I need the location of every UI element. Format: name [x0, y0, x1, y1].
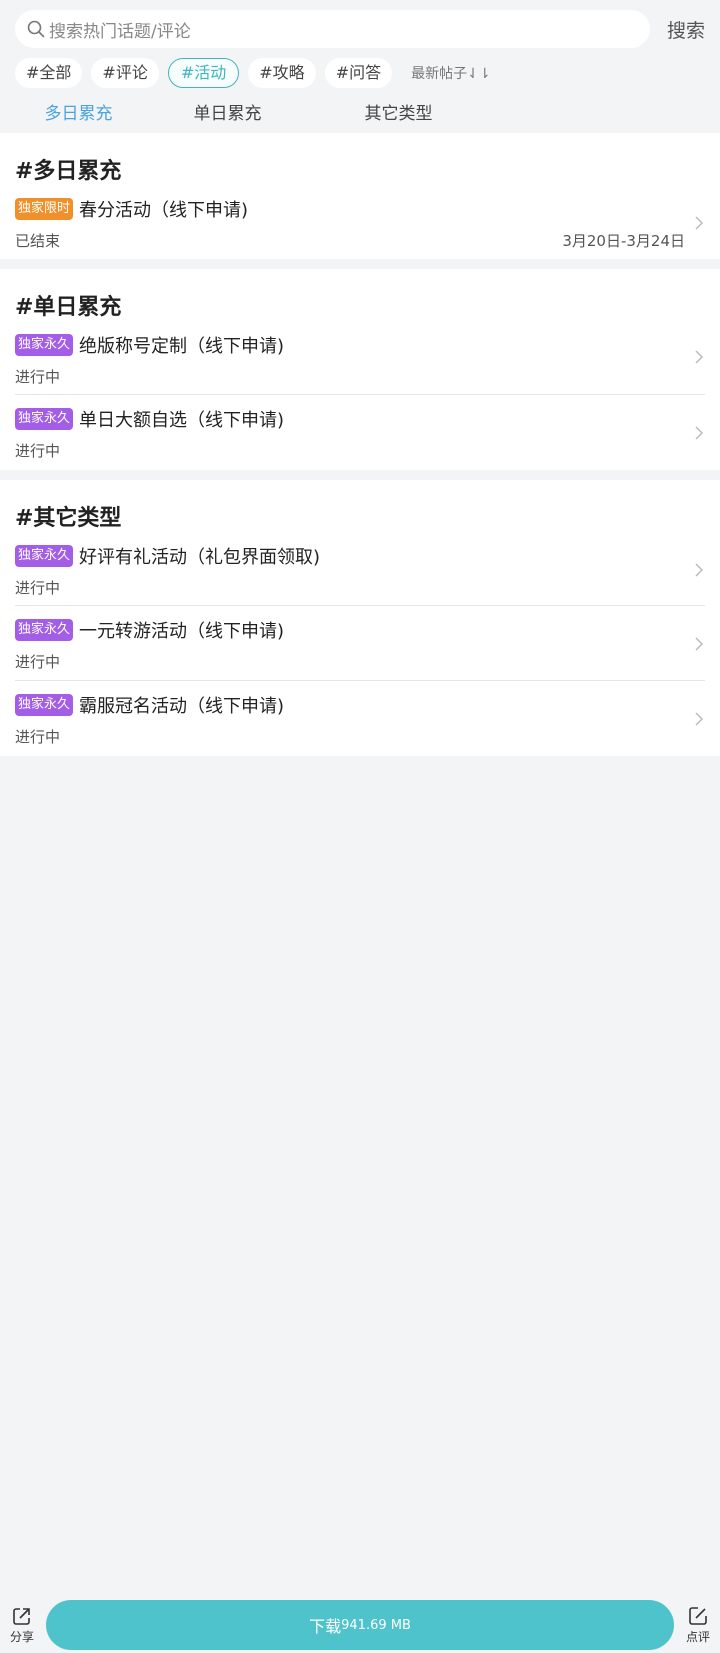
item-status: 进行中 — [15, 728, 61, 746]
badge-permanent: 独家永久 — [15, 334, 74, 356]
list-item[interactable]: 独家永久 好评有礼活动（礼包界面领取) 进行中 — [15, 538, 705, 606]
download-label: 下载 — [309, 1617, 342, 1636]
search-button[interactable]: 搜索 — [650, 16, 705, 43]
list-item[interactable]: 独家永久 单日大额自选（线下申请) 进行中 — [15, 395, 705, 470]
search-row: 搜索热门话题/评论 搜索 — [15, 10, 705, 48]
section-title: #其它类型 — [15, 506, 122, 531]
tag-all[interactable]: #全部 — [15, 58, 83, 88]
edit-icon — [687, 1605, 709, 1627]
tag-qa[interactable]: #问答 — [324, 58, 393, 88]
tag-filter-bar: #全部 #评论 #活动 #攻略 #问答 最新帖子⇃⇂ — [15, 57, 705, 89]
item-title: 绝版称号定制（线下申请) — [79, 336, 285, 357]
chevron-right-icon — [693, 634, 705, 654]
section-single-day: #单日累充 独家永久 绝版称号定制（线下申请) 进行中 独家永久 单日大额自选（… — [0, 269, 720, 470]
badge-permanent: 独家永久 — [15, 619, 74, 641]
download-size: 941.69 MB — [341, 1617, 411, 1633]
review-label: 点评 — [685, 1630, 710, 1644]
chevron-right-icon — [693, 709, 705, 729]
item-status: 已结束 — [15, 232, 61, 250]
search-input[interactable]: 搜索热门话题/评论 — [15, 10, 650, 48]
search-placeholder: 搜索热门话题/评论 — [49, 21, 191, 42]
sort-dropdown[interactable]: 最新帖子⇃⇂ — [411, 63, 490, 83]
section-title: #单日累充 — [15, 295, 122, 320]
share-button[interactable]: 分享 — [0, 1605, 44, 1645]
share-icon — [11, 1605, 33, 1627]
search-icon — [27, 20, 45, 38]
item-title: 一元转游活动（线下申请) — [79, 621, 285, 642]
item-date: 3月20日-3月24日 — [562, 232, 685, 250]
item-title: 好评有礼活动（礼包界面领取) — [79, 547, 321, 568]
download-button[interactable]: 下载 941.69 MB — [46, 1600, 674, 1650]
chevron-right-icon — [693, 347, 705, 367]
list-item[interactable]: 独家永久 一元转游活动（线下申请) 进行中 — [15, 606, 705, 681]
list-item[interactable]: 独家永久 霸服冠名活动（线下申请) 进行中 — [15, 681, 705, 756]
chevron-right-icon — [693, 423, 705, 443]
item-status: 进行中 — [15, 368, 61, 386]
subtab-other[interactable]: 其它类型 — [313, 99, 484, 124]
item-status: 进行中 — [15, 579, 61, 597]
badge-permanent: 独家永久 — [15, 694, 74, 716]
bottom-action-bar: 分享 下载 941.69 MB 点评 — [0, 1597, 720, 1653]
list-item[interactable]: 独家永久 绝版称号定制（线下申请) 进行中 — [15, 327, 705, 395]
subtab-single-day[interactable]: 单日累充 — [142, 99, 313, 124]
item-status: 进行中 — [15, 653, 61, 671]
list-item[interactable]: 独家限时 春分活动（线下申请) 已结束 3月20日-3月24日 — [15, 191, 705, 259]
sub-tabs: 多日累充 单日累充 其它类型 — [15, 89, 705, 133]
badge-limited: 独家限时 — [15, 198, 74, 220]
tag-guides[interactable]: #攻略 — [248, 58, 316, 88]
tag-activity[interactable]: #活动 — [167, 58, 240, 88]
tag-comments[interactable]: #评论 — [91, 58, 159, 88]
item-title: 春分活动（线下申请) — [79, 200, 249, 221]
review-button[interactable]: 点评 — [676, 1605, 720, 1645]
share-label: 分享 — [9, 1630, 34, 1644]
item-title: 单日大额自选（线下申请) — [79, 410, 285, 431]
chevron-right-icon — [693, 213, 705, 233]
item-status: 进行中 — [15, 442, 61, 460]
subtab-multi-day[interactable]: 多日累充 — [15, 99, 142, 124]
item-title: 霸服冠名活动（线下申请) — [79, 696, 285, 717]
section-other: #其它类型 独家永久 好评有礼活动（礼包界面领取) 进行中 独家永久 一元转游活… — [0, 480, 720, 756]
badge-permanent: 独家永久 — [15, 545, 74, 567]
section-title: #多日累充 — [15, 159, 122, 184]
top-bar: 搜索热门话题/评论 搜索 #全部 #评论 #活动 #攻略 #问答 最新帖子⇃⇂ … — [0, 0, 720, 133]
chevron-right-icon — [693, 560, 705, 580]
badge-permanent: 独家永久 — [15, 408, 74, 430]
section-multi-day: #多日累充 独家限时 春分活动（线下申请) 已结束 3月20日-3月24日 — [0, 133, 720, 259]
